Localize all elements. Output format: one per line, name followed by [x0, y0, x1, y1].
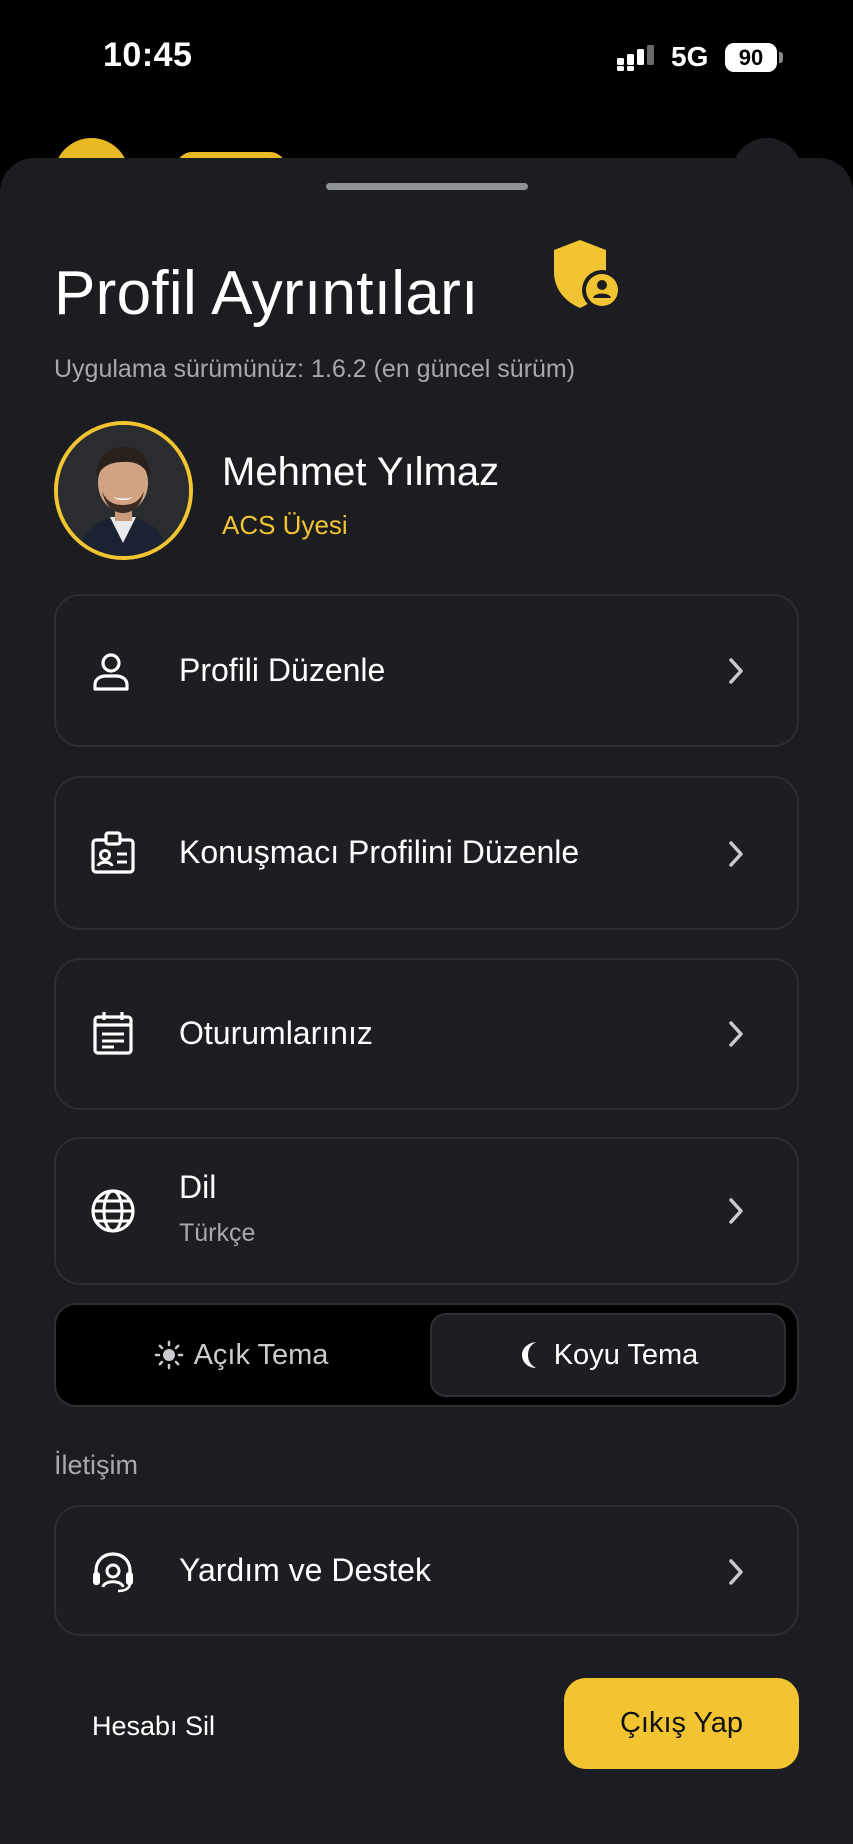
- user-icon: [93, 653, 129, 691]
- chevron-right-icon: [729, 1559, 743, 1585]
- signal-icon: [617, 45, 654, 71]
- chevron-right-icon: [729, 841, 743, 867]
- sun-icon: [154, 1340, 183, 1370]
- battery-tip: [779, 52, 783, 63]
- chevron-right-icon: [729, 1198, 743, 1224]
- dark-theme-label: Koyu Tema: [553, 1338, 699, 1371]
- theme-toggle: Açık Tema Koyu Tema: [54, 1303, 799, 1407]
- language-item[interactable]: Dil Türkçe: [54, 1137, 799, 1285]
- user-role: ACS Üyesi: [222, 510, 348, 540]
- edit-profile-item[interactable]: Profili Düzenle: [54, 594, 799, 747]
- logout-button[interactable]: Çıkış Yap: [564, 1678, 799, 1769]
- profile-sheet: Profil Ayrıntıları Uygulama sürümünüz: 1…: [0, 158, 853, 1844]
- edit-profile-label: Profili Düzenle: [179, 652, 386, 688]
- language-value: Türkçe: [179, 1219, 256, 1247]
- status-bar: 10:45 5G 90: [0, 0, 853, 120]
- help-support-label: Yardım ve Destek: [179, 1552, 431, 1588]
- sessions-item[interactable]: Oturumlarınız: [54, 958, 799, 1110]
- network-label: 5G: [671, 41, 709, 72]
- language-label: Dil: [179, 1169, 217, 1205]
- avatar-photo: [58, 425, 189, 556]
- sheet-grabber[interactable]: [326, 183, 528, 190]
- avatar[interactable]: [54, 421, 193, 560]
- light-theme-label: Açık Tema: [193, 1338, 329, 1371]
- chevron-right-icon: [729, 1021, 743, 1047]
- id-badge-icon: [91, 831, 135, 874]
- dark-theme-option[interactable]: Koyu Tema: [430, 1313, 786, 1397]
- user-name: Mehmet Yılmaz: [222, 450, 500, 494]
- battery-icon: 90: [725, 43, 777, 72]
- app-version-text: Uygulama sürümünüz: 1.6.2 (en güncel sür…: [54, 355, 576, 383]
- edit-speaker-profile-item[interactable]: Konuşmacı Profilini Düzenle: [54, 776, 799, 930]
- status-time: 10:45: [103, 36, 193, 74]
- delete-account-button[interactable]: Hesabı Sil: [92, 1711, 215, 1742]
- edit-speaker-profile-label: Konuşmacı Profilini Düzenle: [179, 834, 580, 870]
- globe-icon: [91, 1189, 135, 1233]
- chevron-right-icon: [729, 658, 743, 684]
- page-title: Profil Ayrıntıları: [54, 259, 479, 328]
- moon-icon: [521, 1342, 536, 1368]
- sessions-label: Oturumlarınız: [179, 1015, 373, 1051]
- headset-icon: [93, 1552, 133, 1593]
- light-theme-option[interactable]: Açık Tema: [64, 1313, 418, 1397]
- help-support-item[interactable]: Yardım ve Destek: [54, 1505, 799, 1636]
- contact-section-label: İletişim: [54, 1450, 139, 1480]
- shield-user-icon: [554, 240, 622, 310]
- calendar-icon: [93, 1012, 133, 1055]
